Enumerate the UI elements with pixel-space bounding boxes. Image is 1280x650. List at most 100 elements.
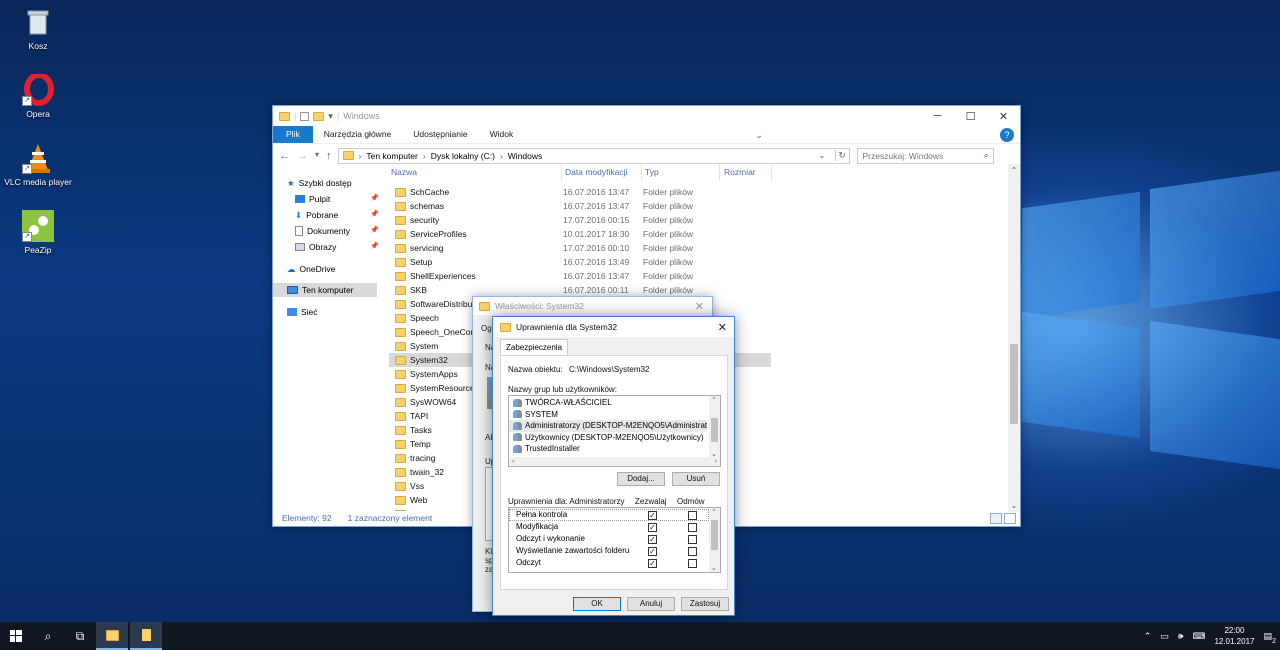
scroll-down-icon[interactable]: ⌄ bbox=[711, 564, 717, 572]
pin-icon[interactable]: 📌 bbox=[370, 224, 379, 238]
address-bar[interactable]: › Ten komputer › Dysk lokalny (C:) › Win… bbox=[337, 147, 850, 164]
nav-this-pc[interactable]: Ten komputer bbox=[273, 283, 377, 297]
column-header-date[interactable]: Data modyfikacji bbox=[565, 167, 627, 181]
network-tray-icon[interactable]: ▭ bbox=[1160, 631, 1169, 642]
close-button[interactable]: ✕ bbox=[987, 110, 1020, 123]
file-row[interactable]: servicing 17.07.2016 00:10 Folder plików bbox=[389, 241, 769, 255]
allow-checkbox[interactable]: ✓ bbox=[648, 547, 657, 556]
minimize-button[interactable]: ─ bbox=[921, 110, 954, 123]
allow-checkbox[interactable]: ✓ bbox=[648, 559, 657, 568]
notifications-icon[interactable]: ▤ 2 bbox=[1263, 631, 1276, 645]
qa-dropdown-icon[interactable]: ▾ bbox=[328, 111, 333, 122]
breadcrumb-windows[interactable]: Windows bbox=[508, 151, 542, 161]
nav-item-downloads[interactable]: ⬇ Pobrane 📌 bbox=[295, 208, 379, 222]
file-row[interactable]: security 17.07.2016 00:15 Folder plików bbox=[389, 213, 769, 227]
user-list-item[interactable]: SYSTEM bbox=[509, 409, 707, 421]
up-arrow-icon[interactable]: ↑ bbox=[326, 150, 332, 162]
deny-checkbox[interactable] bbox=[688, 559, 697, 568]
scrollbar-thumb[interactable] bbox=[711, 520, 718, 550]
properties-icon[interactable] bbox=[300, 111, 310, 121]
taskbar-explorer-icon[interactable] bbox=[96, 622, 128, 650]
tab-share[interactable]: Udostępnianie bbox=[402, 126, 478, 143]
deny-checkbox[interactable] bbox=[688, 511, 697, 520]
user-list-item[interactable]: Administratorzy (DESKTOP-M2ENQO5\Adminis… bbox=[509, 420, 707, 432]
file-row[interactable]: SchCache 16.07.2016 13:47 Folder plików bbox=[389, 185, 769, 199]
scroll-up-icon[interactable]: ⌃ bbox=[1008, 166, 1020, 175]
tab-security[interactable]: Zabezpieczenia bbox=[500, 339, 569, 355]
deny-checkbox[interactable] bbox=[688, 535, 697, 544]
scrollbar-thumb[interactable] bbox=[1010, 344, 1018, 424]
details-view-icon[interactable] bbox=[990, 513, 1002, 524]
pin-icon[interactable]: 📌 bbox=[370, 240, 379, 254]
user-list-item[interactable]: Użytkownicy (DESKTOP-M2ENQO5\Użytkownicy… bbox=[509, 432, 707, 444]
new-folder-icon[interactable] bbox=[313, 111, 325, 121]
deny-checkbox[interactable] bbox=[688, 547, 697, 556]
file-row[interactable]: SKB 16.07.2016 00:11 Folder plików bbox=[389, 283, 769, 297]
breadcrumb-this-pc[interactable]: Ten komputer bbox=[366, 151, 418, 161]
maximize-button[interactable]: ☐ bbox=[954, 110, 987, 123]
nav-network[interactable]: Sieć bbox=[287, 305, 379, 319]
file-row[interactable]: schemas 16.07.2016 13:47 Folder plików bbox=[389, 199, 769, 213]
cancel-button[interactable]: Anuluj bbox=[627, 597, 675, 611]
address-dropdown-icon[interactable]: ⌄ bbox=[818, 150, 825, 161]
allow-checkbox[interactable]: ✓ bbox=[648, 535, 657, 544]
peazip-desktop-icon[interactable]: ↗ PeaZip bbox=[0, 210, 76, 255]
forward-arrow-icon[interactable]: → bbox=[297, 150, 308, 162]
add-button[interactable]: Dodaj... bbox=[617, 472, 665, 486]
clock[interactable]: 22:00 12.01.2017 bbox=[1214, 625, 1254, 647]
column-header-size[interactable]: Rozmiar bbox=[724, 167, 756, 181]
ribbon-expand-icon[interactable]: ⌄ bbox=[752, 128, 766, 142]
column-header-type[interactable]: Typ bbox=[645, 167, 659, 181]
vlc-desktop-icon[interactable]: ↗ VLC media player bbox=[0, 142, 76, 187]
scroll-right-icon[interactable]: › bbox=[715, 457, 717, 466]
column-header-name[interactable]: Nazwa bbox=[391, 167, 417, 181]
refresh-icon[interactable]: ↻ bbox=[834, 150, 849, 161]
allow-checkbox[interactable]: ✓ bbox=[648, 511, 657, 520]
scroll-up-icon[interactable]: ⌃ bbox=[711, 396, 717, 404]
permissions-list-scrollbar[interactable]: ⌃ ⌄ bbox=[709, 508, 720, 572]
nav-item-desktop[interactable]: Pulpit 📌 bbox=[295, 192, 379, 206]
close-icon[interactable]: ✕ bbox=[718, 321, 727, 334]
apply-button[interactable]: Zastosuj bbox=[681, 597, 729, 611]
large-icons-view-icon[interactable] bbox=[1004, 513, 1016, 524]
scroll-up-icon[interactable]: ⌃ bbox=[711, 508, 717, 516]
tray-chevron-icon[interactable]: ⌃ bbox=[1144, 631, 1152, 642]
keyboard-icon[interactable]: ⌨ bbox=[1192, 631, 1205, 642]
recycle-bin-desktop-icon[interactable]: Kosz bbox=[0, 6, 76, 51]
file-row[interactable]: Setup 16.07.2016 13:49 Folder plików bbox=[389, 255, 769, 269]
pin-icon[interactable]: 📌 bbox=[370, 192, 379, 206]
deny-checkbox[interactable] bbox=[688, 523, 697, 532]
task-view-icon[interactable]: ⧉ bbox=[64, 622, 96, 650]
volume-icon[interactable]: 🕪 bbox=[1178, 631, 1184, 642]
remove-button[interactable]: Usuń bbox=[672, 472, 720, 486]
search-box[interactable]: Przeszukaj: Windows ⌕ bbox=[856, 147, 994, 164]
tab-view[interactable]: Widok bbox=[479, 126, 525, 143]
tab-file[interactable]: Plik bbox=[273, 126, 313, 143]
file-row[interactable]: ServiceProfiles 10.01.2017 18:30 Folder pl… bbox=[389, 227, 769, 241]
nav-onedrive[interactable]: ☁ OneDrive bbox=[287, 262, 379, 276]
ok-button[interactable]: OK bbox=[573, 597, 621, 611]
scrollbar-thumb[interactable] bbox=[711, 418, 718, 442]
breadcrumb-local-disk[interactable]: Dysk lokalny (C:) bbox=[431, 151, 495, 161]
nav-item-pictures[interactable]: Obrazy 📌 bbox=[295, 240, 379, 254]
scroll-down-icon[interactable]: ⌄ bbox=[1008, 501, 1020, 510]
help-icon[interactable]: ? bbox=[999, 128, 1014, 142]
nav-quick-access[interactable]: ★ Szybki dostęp bbox=[287, 176, 379, 190]
users-list-scrollbar[interactable]: ⌃ ⌄ bbox=[709, 396, 720, 458]
allow-checkbox[interactable]: ✓ bbox=[648, 523, 657, 532]
nav-item-documents[interactable]: Dokumenty 📌 bbox=[295, 224, 379, 238]
start-button[interactable] bbox=[0, 622, 32, 650]
close-icon[interactable]: ✕ bbox=[695, 300, 704, 313]
user-list-item[interactable]: TrustedInstaller bbox=[509, 443, 707, 455]
user-list-item[interactable]: TWÓRCA-WŁAŚCICIEL bbox=[509, 397, 707, 409]
recent-dropdown-icon[interactable]: ▾ bbox=[315, 150, 319, 162]
taskbar-properties-icon[interactable] bbox=[130, 622, 162, 650]
scroll-left-icon[interactable]: ‹ bbox=[512, 457, 514, 466]
file-list-scrollbar[interactable]: ⌃ ⌄ bbox=[1008, 164, 1020, 512]
file-row[interactable]: ShellExperiences 16.07.2016 13:47 Folder p… bbox=[389, 269, 769, 283]
pin-icon[interactable]: 📌 bbox=[370, 208, 379, 222]
users-list-hscrollbar[interactable]: ‹ › bbox=[509, 457, 720, 466]
search-icon[interactable]: ⌕ bbox=[32, 622, 64, 650]
opera-desktop-icon[interactable]: ↗ Opera bbox=[0, 72, 76, 119]
tab-home[interactable]: Narzędzia główne bbox=[313, 126, 403, 143]
